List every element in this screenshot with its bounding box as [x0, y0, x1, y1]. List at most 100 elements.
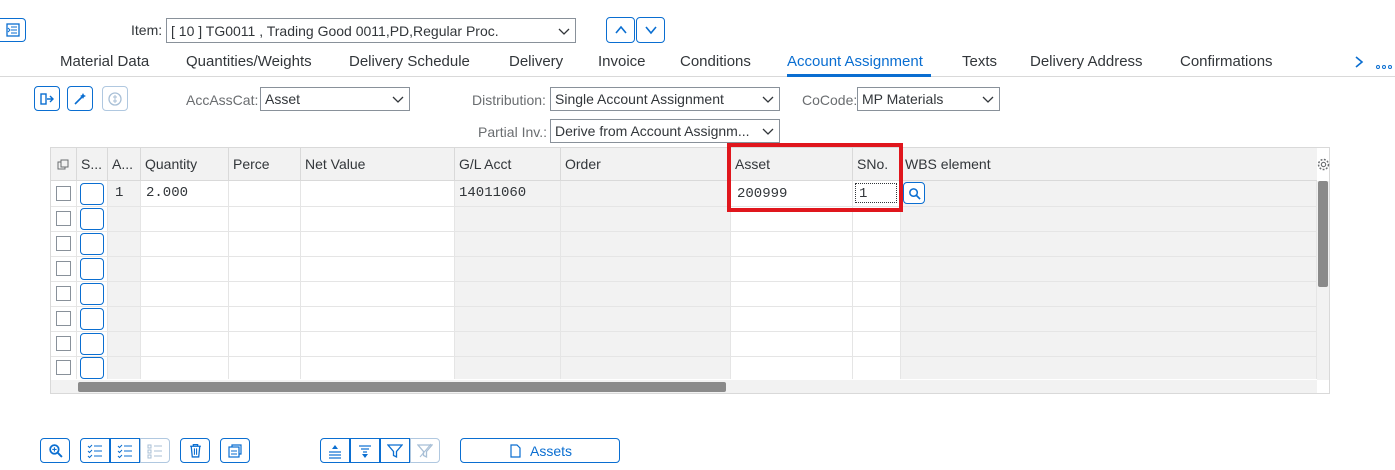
- row-status-button[interactable]: [80, 183, 104, 205]
- cocode-select[interactable]: MP Materials: [857, 87, 1000, 111]
- tab-delivery-address[interactable]: Delivery Address: [1030, 53, 1143, 70]
- row-checkbox[interactable]: [56, 286, 71, 301]
- partialinv-label: Partial Inv.:: [478, 124, 547, 140]
- tab-delivery-schedule[interactable]: Delivery Schedule: [349, 53, 470, 70]
- cell-account-number: 1: [115, 185, 124, 201]
- row-divider: [51, 306, 1317, 307]
- col-header-gl-acct[interactable]: G/L Acct: [455, 148, 561, 181]
- row-status-button[interactable]: [80, 258, 104, 280]
- chevron-down-icon: [762, 128, 774, 135]
- accasscat-label: AccAssCat:: [186, 92, 259, 108]
- col-line: [301, 148, 455, 379]
- row-status-button[interactable]: [80, 283, 104, 305]
- partialinv-value: Derive from Account Assignm...: [555, 123, 750, 139]
- cart-icon: [40, 92, 54, 105]
- row-status-button[interactable]: [80, 233, 104, 255]
- accasscat-select[interactable]: Asset: [260, 87, 410, 111]
- zoom-details-button[interactable]: [40, 438, 70, 463]
- cell-gl-acct[interactable]: 14011060: [459, 185, 526, 201]
- distribution-value: Single Account Assignment: [555, 91, 724, 107]
- col-header-wbs-element[interactable]: WBS element: [901, 148, 1317, 181]
- row-status-button[interactable]: [80, 308, 104, 330]
- tab-delivery[interactable]: Delivery: [509, 53, 563, 70]
- col-bg-gl: [455, 148, 561, 379]
- checklist-icon: [117, 444, 132, 458]
- row-divider: [51, 331, 1317, 332]
- vertical-scrollbar[interactable]: [1317, 181, 1329, 380]
- col-header-quantity[interactable]: Quantity: [141, 148, 229, 181]
- active-tab-indicator: [787, 74, 931, 77]
- row-divider: [51, 356, 1317, 357]
- row-checkbox[interactable]: [56, 211, 71, 226]
- copy-button[interactable]: [220, 438, 250, 463]
- copy-icon: [228, 443, 242, 458]
- tab-conditions[interactable]: Conditions: [680, 53, 751, 70]
- horizontal-scrollbar-thumb[interactable]: [78, 382, 726, 392]
- distribution-label: Distribution:: [472, 92, 546, 108]
- partialinv-select[interactable]: Derive from Account Assignm...: [550, 119, 780, 143]
- col-header-a[interactable]: A...: [108, 148, 141, 181]
- chevron-up-icon: [614, 25, 627, 34]
- tab-quantities-weights[interactable]: Quantities/Weights: [186, 53, 312, 70]
- assets-button[interactable]: Assets: [460, 438, 620, 463]
- distribution-select[interactable]: Single Account Assignment: [550, 87, 780, 111]
- overflow-icon[interactable]: [1375, 64, 1393, 70]
- col-header-order[interactable]: Order: [561, 148, 731, 181]
- currency-button[interactable]: [102, 86, 128, 111]
- accasscat-value: Asset: [265, 91, 301, 107]
- row-checkbox[interactable]: [56, 236, 71, 251]
- sort-ascending-button[interactable]: [320, 438, 350, 463]
- side-panel-toggle-button[interactable]: [0, 18, 26, 42]
- col-header-percentage[interactable]: Perce: [229, 148, 301, 181]
- deselect-all-button[interactable]: [140, 438, 170, 463]
- chevron-down-icon: [392, 96, 404, 103]
- settings-icon[interactable]: [1316, 157, 1331, 172]
- highlight-box: [727, 143, 903, 212]
- row-checkbox[interactable]: [56, 186, 71, 201]
- row-divider: [51, 281, 1317, 282]
- wbs-search-button[interactable]: [903, 182, 925, 204]
- magic-wand-button[interactable]: [67, 86, 93, 111]
- sort-ascending-icon: [329, 444, 341, 459]
- col-header-s[interactable]: S...: [77, 148, 108, 181]
- tab-invoice[interactable]: Invoice: [598, 53, 646, 70]
- zoom-icon: [48, 444, 63, 458]
- next-item-button[interactable]: [636, 17, 665, 43]
- row-status-button[interactable]: [80, 357, 104, 379]
- select-all-button[interactable]: [80, 438, 110, 463]
- previous-item-button[interactable]: [606, 17, 635, 43]
- select-block-button[interactable]: [110, 438, 140, 463]
- wand-icon: [74, 92, 86, 105]
- row-status-button[interactable]: [80, 333, 104, 355]
- row-checkbox[interactable]: [56, 360, 71, 375]
- panel-expand-icon: [5, 23, 20, 37]
- row-checkbox[interactable]: [56, 311, 71, 326]
- cocode-value: MP Materials: [862, 91, 944, 107]
- delete-button[interactable]: [180, 438, 210, 463]
- filter-button[interactable]: [380, 438, 410, 463]
- tab-account-assignment[interactable]: Account Assignment: [787, 53, 923, 70]
- row-checkbox[interactable]: [56, 261, 71, 276]
- row-checkbox[interactable]: [56, 336, 71, 351]
- tab-texts[interactable]: Texts: [962, 53, 997, 70]
- shopping-cart-button[interactable]: [34, 86, 60, 111]
- select-all-cell[interactable]: [51, 148, 77, 181]
- col-line: [229, 148, 301, 379]
- document-icon: [510, 443, 521, 458]
- cocode-label: CoCode:: [802, 92, 858, 108]
- chevron-right-icon[interactable]: [1352, 55, 1366, 69]
- chevron-down-icon: [982, 96, 994, 103]
- tab-confirmations[interactable]: Confirmations: [1180, 53, 1273, 70]
- col-header-net-value[interactable]: Net Value: [301, 148, 455, 181]
- row-status-button[interactable]: [80, 208, 104, 230]
- trash-icon: [189, 443, 201, 458]
- tab-material-data[interactable]: Material Data: [60, 53, 149, 70]
- cell-quantity[interactable]: 2.000: [146, 185, 188, 201]
- horizontal-scrollbar[interactable]: [51, 380, 1317, 393]
- remove-filter-button[interactable]: [410, 438, 440, 463]
- item-select[interactable]: [ 10 ] TG0011 , Trading Good 0011,PD,Reg…: [166, 18, 576, 43]
- sort-descending-button[interactable]: [350, 438, 380, 463]
- vertical-scrollbar-thumb[interactable]: [1318, 181, 1328, 287]
- tab-bar: Material Data Quantities/Weights Deliver…: [0, 50, 1395, 77]
- list-icon: [147, 444, 162, 458]
